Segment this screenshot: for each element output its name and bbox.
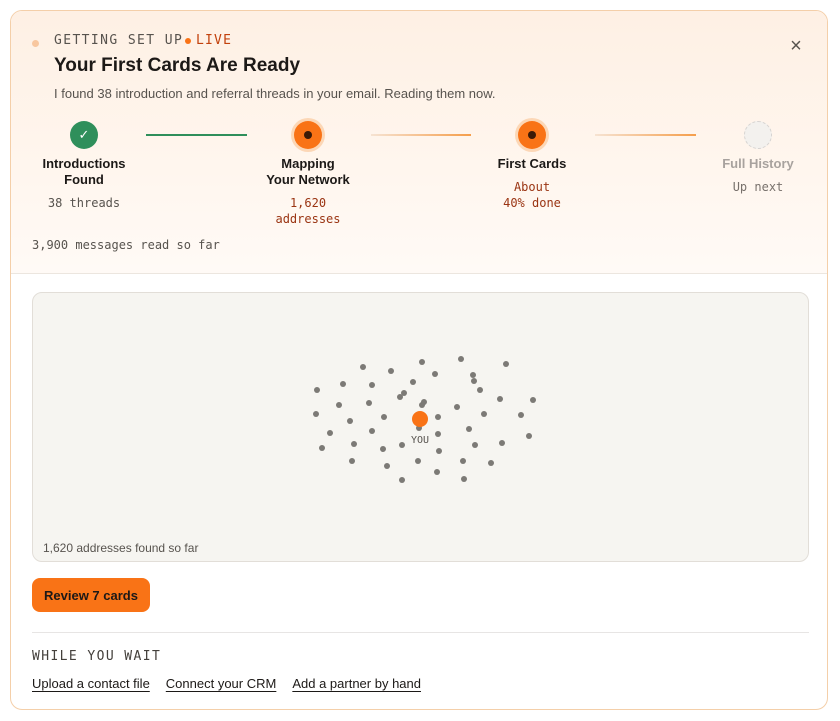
network-node xyxy=(419,359,425,365)
network-node xyxy=(313,411,319,417)
step-done-indicator: ✓ xyxy=(70,121,98,149)
network-node xyxy=(454,404,460,410)
step-detail-line: 38 threads xyxy=(47,196,121,210)
network-map: YOU 1,620 addresses found so far xyxy=(32,292,809,562)
step-label-line: First Cards xyxy=(497,156,567,171)
section-divider xyxy=(32,632,809,633)
network-node xyxy=(497,396,503,402)
while-you-wait-title: WHILE YOU WAIT xyxy=(32,649,162,664)
network-node xyxy=(470,372,476,378)
network-node xyxy=(434,469,440,475)
review-cards-button[interactable]: Review 7 cards xyxy=(32,578,150,612)
network-node xyxy=(530,397,536,403)
network-node xyxy=(503,361,509,367)
setup-header: GETTING SET UP LIVE × Your First Cards A… xyxy=(11,11,827,274)
setup-card: GETTING SET UP LIVE × Your First Cards A… xyxy=(10,10,828,710)
step-label-line: Full History xyxy=(722,156,794,171)
network-node xyxy=(336,402,342,408)
network-node xyxy=(399,442,405,448)
network-node xyxy=(435,431,441,437)
network-node xyxy=(319,445,325,451)
network-node xyxy=(466,426,472,432)
network-node xyxy=(472,442,478,448)
network-node xyxy=(432,371,438,377)
network-node xyxy=(458,356,464,362)
network-node xyxy=(401,390,407,396)
step-detail: Up next xyxy=(688,179,827,195)
step-active-indicator xyxy=(294,121,322,149)
step-pending-indicator xyxy=(744,121,772,149)
step-detail-line: About xyxy=(513,180,551,194)
check-icon: ✓ xyxy=(78,127,90,142)
step-label-line: Introductions xyxy=(42,156,126,171)
step-connector xyxy=(595,134,696,136)
network-node xyxy=(340,381,346,387)
network-node xyxy=(471,378,477,384)
you-label: YOU xyxy=(411,435,429,446)
step-detail-line: Up next xyxy=(732,180,784,194)
network-node xyxy=(384,463,390,469)
step-label: Full History xyxy=(688,156,827,172)
while-you-wait-links: Upload a contact file Connect your CRM A… xyxy=(32,676,421,691)
network-node xyxy=(399,477,405,483)
network-node xyxy=(349,458,355,464)
step-connector xyxy=(371,134,471,136)
add-partner-link[interactable]: Add a partner by hand xyxy=(292,676,421,691)
network-node xyxy=(366,400,372,406)
network-node xyxy=(461,476,467,482)
network-node xyxy=(421,399,427,405)
network-node xyxy=(314,387,320,393)
step-label-line: Mapping xyxy=(281,156,335,171)
active-dot-icon xyxy=(528,131,536,139)
network-node xyxy=(327,430,333,436)
network-node xyxy=(388,368,394,374)
status-dot xyxy=(32,40,39,47)
network-node xyxy=(347,418,353,424)
network-node xyxy=(415,458,421,464)
upload-contact-file-link[interactable]: Upload a contact file xyxy=(32,676,150,691)
network-node xyxy=(369,428,375,434)
messages-read-status: 3,900 messages read so far xyxy=(32,238,220,252)
network-node xyxy=(381,414,387,420)
active-dot-icon xyxy=(304,131,312,139)
network-node xyxy=(436,448,442,454)
step-detail: 1,620 addresses xyxy=(238,195,378,227)
step-detail-line: 40% done xyxy=(503,196,561,210)
network-node xyxy=(435,414,441,420)
you-node xyxy=(412,411,428,427)
step-label: First Cards xyxy=(462,156,602,172)
step-detail-line: addresses xyxy=(275,212,341,226)
network-node xyxy=(488,460,494,466)
step-label: Mapping Your Network xyxy=(238,156,378,188)
step-active-indicator xyxy=(518,121,546,149)
live-dot-icon xyxy=(185,37,191,44)
network-node xyxy=(410,379,416,385)
network-caption: 1,620 addresses found so far xyxy=(43,541,199,555)
network-node xyxy=(369,382,375,388)
network-node xyxy=(460,458,466,464)
network-node xyxy=(481,411,487,417)
network-graph: YOU xyxy=(313,356,536,483)
network-node xyxy=(499,440,505,446)
step-label-line: Your Network xyxy=(266,172,350,187)
network-node xyxy=(526,433,532,439)
step-connector xyxy=(146,134,247,136)
step-detail-line: 1,620 xyxy=(289,196,327,210)
network-node xyxy=(351,441,357,447)
network-node xyxy=(360,364,366,370)
eyebrow-label: GETTING SET UP xyxy=(54,33,184,48)
page-title: Your First Cards Are Ready xyxy=(54,55,301,76)
step-detail: About 40% done xyxy=(462,179,602,211)
step-label-line: Found xyxy=(64,172,104,187)
step-label: Introductions Found xyxy=(14,156,154,188)
network-node xyxy=(380,446,386,452)
live-badge: LIVE xyxy=(185,33,232,48)
close-icon[interactable]: × xyxy=(785,35,807,57)
step-detail: 38 threads xyxy=(14,195,154,211)
live-label: LIVE xyxy=(196,33,233,48)
page-subtitle: I found 38 introduction and referral thr… xyxy=(54,86,496,101)
network-node xyxy=(518,412,524,418)
network-node xyxy=(477,387,483,393)
connect-crm-link[interactable]: Connect your CRM xyxy=(166,676,277,691)
